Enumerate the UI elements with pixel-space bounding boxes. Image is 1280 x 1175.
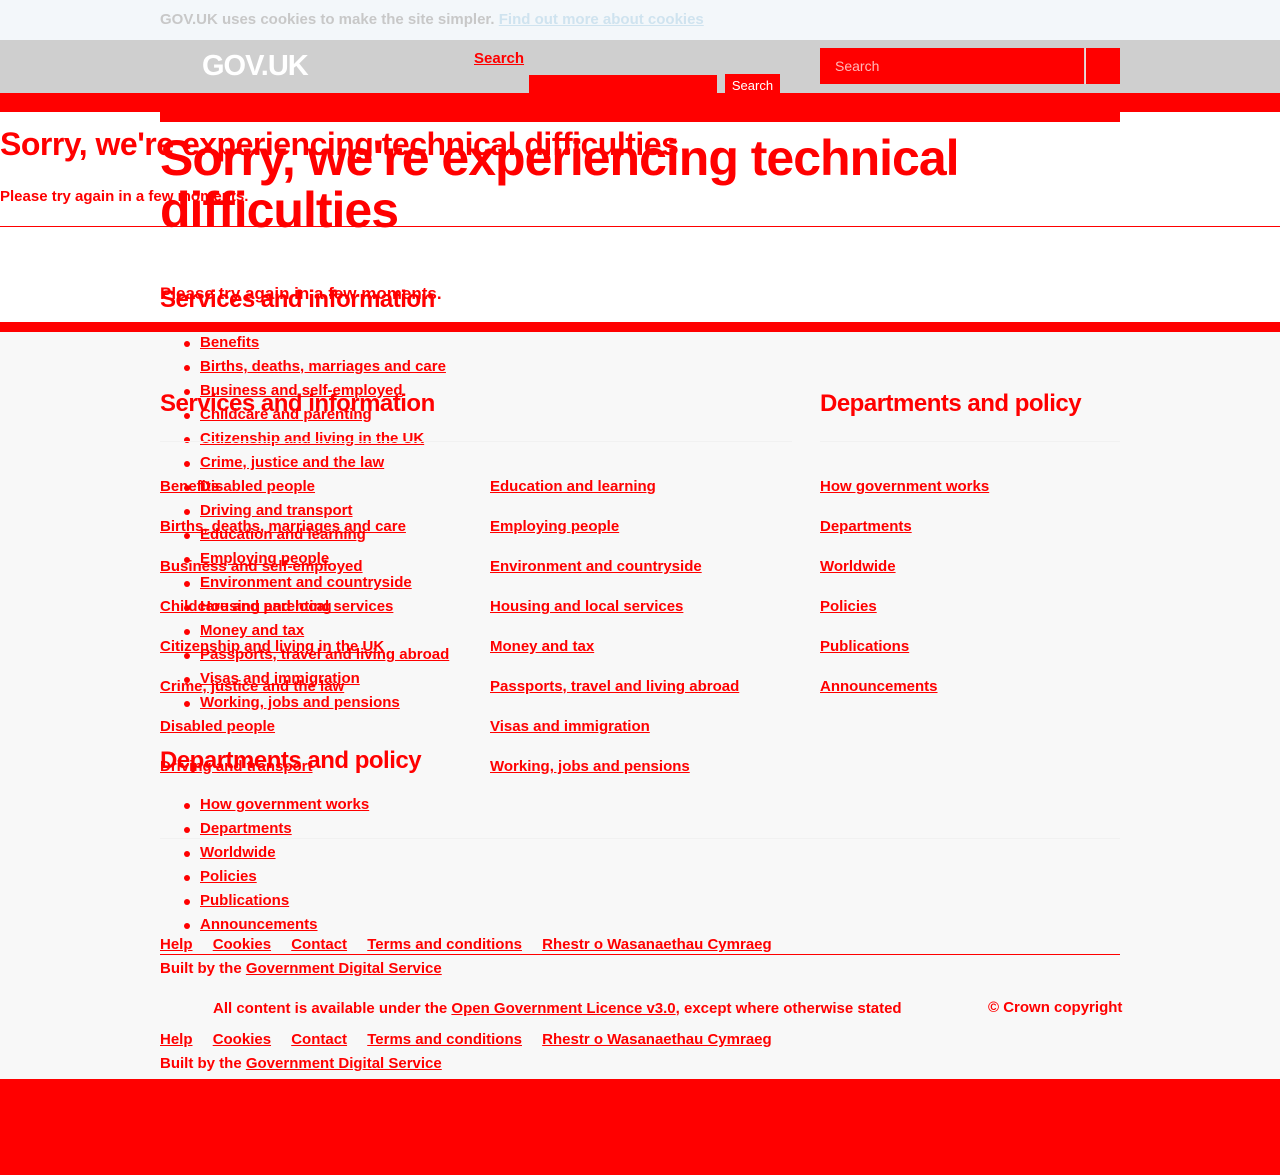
footer-link[interactable]: Policies	[820, 598, 989, 638]
list-item[interactable]: Benefits	[183, 334, 449, 358]
contact-link[interactable]: Contact	[291, 1031, 347, 1048]
search-input[interactable]: Search	[820, 48, 1084, 84]
footer-link[interactable]: Disabled people	[160, 718, 406, 758]
gds-link[interactable]: Government Digital Service	[246, 960, 442, 977]
footer-link[interactable]: Announcements	[820, 678, 989, 718]
footer-link[interactable]: Employing people	[490, 518, 739, 558]
footer-link[interactable]: Publications	[820, 638, 989, 678]
cookies-link[interactable]: Cookies	[213, 936, 271, 953]
services-divider	[160, 441, 792, 442]
welsh-services-link[interactable]: Rhestr o Wasanaethau Cymraeg	[542, 936, 772, 953]
list-item[interactable]: Departments	[183, 820, 369, 844]
footer-link[interactable]: Money and tax	[490, 638, 739, 678]
meta-divider	[160, 954, 1120, 955]
contact-link[interactable]: Contact	[291, 936, 347, 953]
footer-divider	[160, 838, 1120, 839]
services-column-2: Education and learning Employing people …	[490, 478, 739, 798]
services-heading-unstyled: Services and information	[160, 286, 435, 313]
footer-link[interactable]: Housing and local services	[490, 598, 739, 638]
departments-list-unstyled: How government works Departments Worldwi…	[183, 796, 369, 940]
built-by: Built by the Government Digital Service	[160, 960, 442, 977]
footer-link[interactable]: Childcare and parenting	[160, 598, 406, 638]
terms-link[interactable]: Terms and conditions	[367, 1031, 522, 1048]
footer-link[interactable]: Visas and immigration	[490, 718, 739, 758]
terms-link[interactable]: Terms and conditions	[367, 936, 522, 953]
footer-top-red-bar	[0, 322, 1280, 332]
built-by-secondary: Built by the Government Digital Service	[160, 1055, 442, 1072]
list-item[interactable]: Crime, justice and the law	[183, 454, 449, 478]
cookies-link[interactable]: Cookies	[213, 1031, 271, 1048]
footer-link[interactable]: Environment and countryside	[490, 558, 739, 598]
cookie-message: GOV.UK uses cookies to make the site sim…	[160, 11, 704, 28]
header-red-bar	[0, 93, 1280, 112]
footer-link[interactable]: Worldwide	[820, 558, 989, 598]
help-link[interactable]: Help	[160, 1031, 193, 1048]
mini-search-input[interactable]	[529, 75, 717, 95]
footer-link[interactable]: Departments	[820, 518, 989, 558]
licence-statement: All content is available under the Open …	[213, 1000, 902, 1017]
footer-link[interactable]: Crime, justice and the law	[160, 678, 406, 718]
footer-link[interactable]: Working, jobs and pensions	[490, 758, 739, 798]
cookie-text: GOV.UK uses cookies to make the site sim…	[160, 11, 495, 28]
help-link[interactable]: Help	[160, 936, 193, 953]
welsh-services-link[interactable]: Rhestr o Wasanaethau Cymraeg	[542, 1031, 772, 1048]
crown-copyright[interactable]: © Crown copyright	[988, 999, 1122, 1016]
footer-link[interactable]: Benefits	[160, 478, 406, 518]
footer-link[interactable]: Citizenship and living in the UK	[160, 638, 406, 678]
header-red-strip	[160, 112, 1120, 122]
search-button[interactable]	[1085, 48, 1120, 84]
footer-red-bar	[0, 1079, 1280, 1175]
page-title: Sorry, we're experiencing technical diff…	[160, 130, 960, 238]
departments-heading: Departments and policy	[820, 390, 1082, 417]
services-heading: Services and information	[160, 390, 435, 417]
search-toggle-link[interactable]: Search	[474, 50, 524, 67]
licence-suffix: , except where otherwise stated	[675, 1000, 902, 1017]
ogl-link[interactable]: Open Government Licence v3.0	[451, 1000, 675, 1017]
list-item[interactable]: Policies	[183, 868, 369, 892]
built-by-text: Built by the	[160, 960, 242, 977]
built-by-text: Built by the	[160, 1055, 242, 1072]
list-item[interactable]: Worldwide	[183, 844, 369, 868]
list-item[interactable]: Publications	[183, 892, 369, 916]
cookie-info-link[interactable]: Find out more about cookies	[499, 11, 704, 28]
footer-link[interactable]: Education and learning	[490, 478, 739, 518]
licence-prefix: All content is available under the	[213, 1000, 448, 1017]
footer-meta-links: Help Cookies Contact Terms and condition…	[160, 936, 788, 953]
footer-link[interactable]: Passports, travel and living abroad	[490, 678, 739, 718]
footer-link[interactable]: Business and self-employed	[160, 558, 406, 598]
govuk-logo[interactable]: GOV.UK	[202, 50, 309, 83]
gds-link[interactable]: Government Digital Service	[246, 1055, 442, 1072]
services-column-1: Benefits Births, deaths, marriages and c…	[160, 478, 406, 798]
footer-link[interactable]: Births, deaths, marriages and care	[160, 518, 406, 558]
footer-meta-links-secondary: Help Cookies Contact Terms and condition…	[160, 1031, 788, 1048]
list-item[interactable]: Births, deaths, marriages and care	[183, 358, 449, 382]
departments-column: How government works Departments Worldwi…	[820, 478, 989, 718]
footer-link[interactable]: How government works	[820, 478, 989, 518]
departments-divider	[820, 441, 1120, 442]
footer-link[interactable]: Driving and transport	[160, 758, 406, 798]
list-item[interactable]: Citizenship and living in the UK	[183, 430, 449, 454]
list-item[interactable]: How government works	[183, 796, 369, 820]
